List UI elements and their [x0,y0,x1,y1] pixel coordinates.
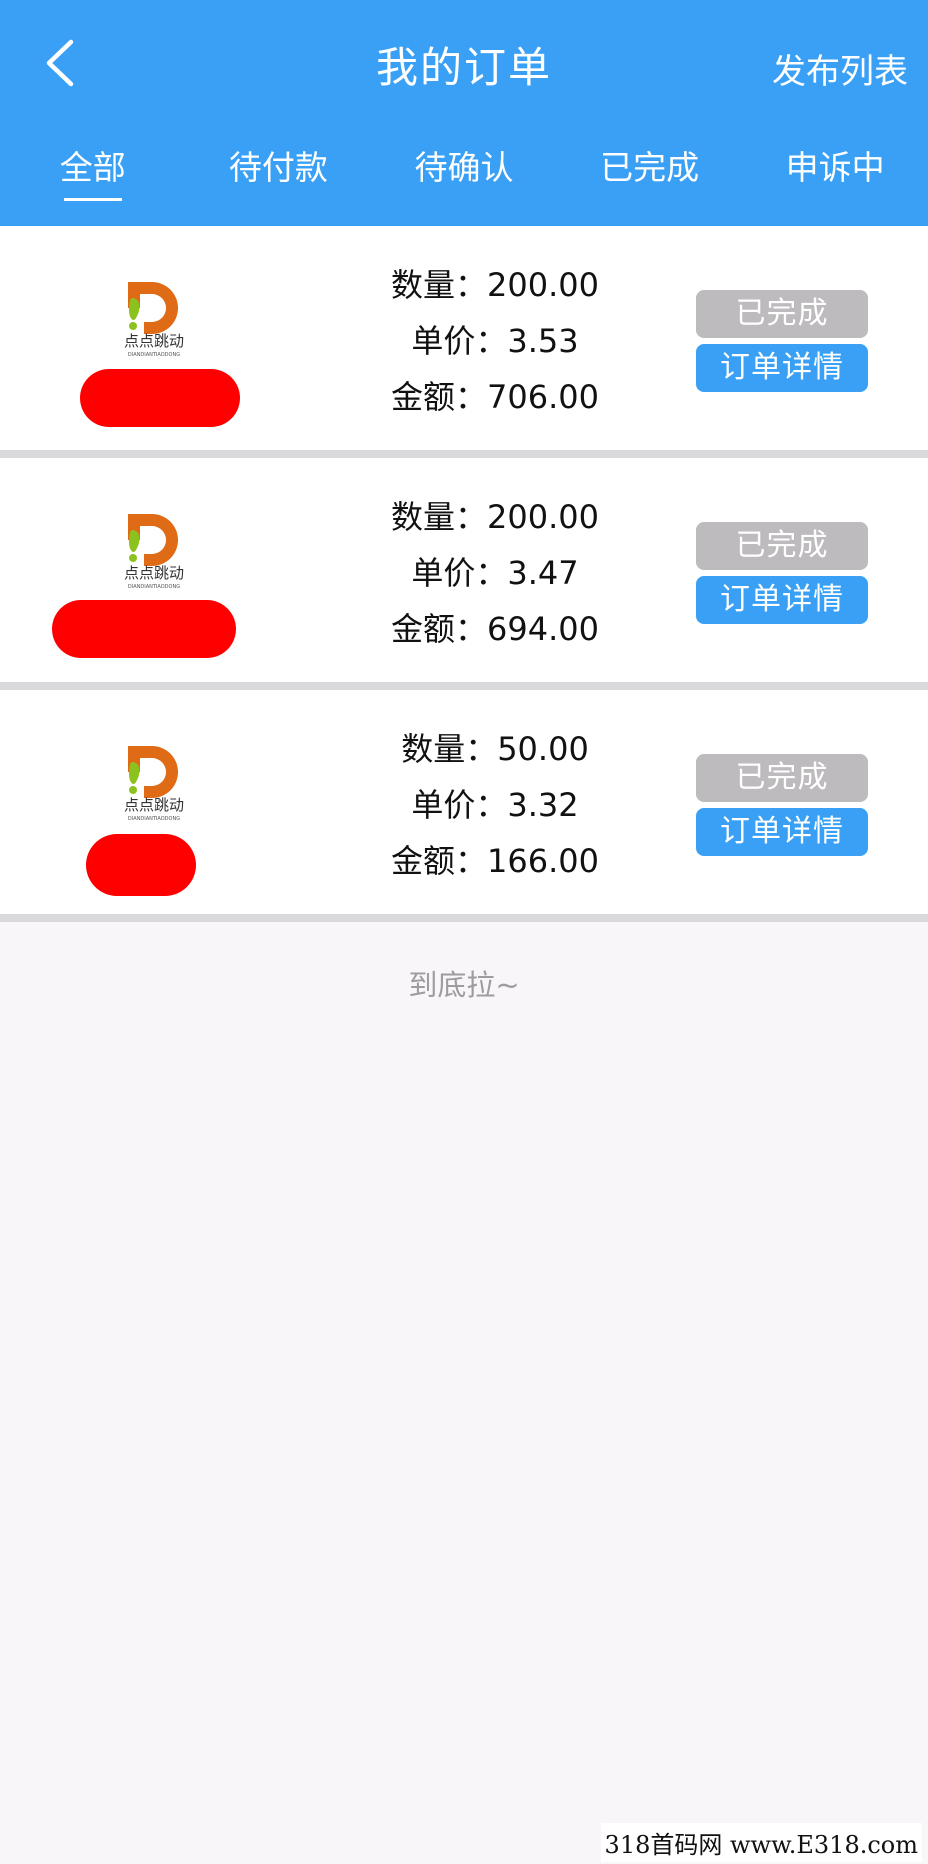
order-unit-price: 单价：3.32 [411,786,579,824]
order-list: 点点跳动 DIANDIANTIAODONG 数量：200.00 单价：3.53 … [0,226,928,922]
tab-label: 待确认 [414,148,514,187]
order-amount: 金额：166.00 [391,842,599,880]
tab-label: 待付款 [228,148,328,187]
order-quantity: 数量：50.00 [401,730,589,768]
svg-text:DIANDIANTIAODONG: DIANDIANTIAODONG [128,584,180,590]
order-quantity: 数量：200.00 [391,266,599,304]
redacted-name [80,369,240,427]
tab-appeal[interactable]: 申诉中 [742,126,928,226]
diandian-logo: 点点跳动 DIANDIANTIAODONG [124,514,184,590]
watermark: 318首码网 www.E318.com [600,1823,922,1862]
publish-list-button[interactable]: 发布列表 [772,44,908,93]
svg-text:点点跳动: 点点跳动 [124,332,184,350]
tab-pending-confirm[interactable]: 待确认 [371,126,557,226]
order-card: 点点跳动 DIANDIANTIAODONG 数量：200.00 单价：3.47 … [0,458,928,690]
order-amount: 金额：706.00 [391,378,599,416]
order-card: 点点跳动 DIANDIANTIAODONG 数量：200.00 单价：3.53 … [0,226,928,458]
order-tabs: 全部 待付款 待确认 已完成 申诉中 [0,126,928,226]
svg-text:DIANDIANTIAODONG: DIANDIANTIAODONG [128,816,180,822]
tab-pending-payment[interactable]: 待付款 [186,126,372,226]
tab-label: 已完成 [600,148,700,187]
tab-completed[interactable]: 已完成 [557,126,743,226]
redacted-name [86,834,196,896]
app-header: 我的订单 发布列表 全部 待付款 待确认 已完成 申诉中 [0,0,928,226]
svg-text:点点跳动: 点点跳动 [124,796,184,814]
end-of-list-text: 到底拉~ [408,968,520,1002]
svg-text:点点跳动: 点点跳动 [124,564,184,582]
svg-text:DIANDIANTIAODONG: DIANDIANTIAODONG [128,352,180,358]
order-detail-button[interactable]: 订单详情 [696,576,868,624]
active-tab-indicator [63,198,122,201]
top-bar: 我的订单 发布列表 [0,0,928,126]
order-quantity: 数量：200.00 [391,498,599,536]
redacted-name [52,600,236,658]
order-amount: 金额：694.00 [391,610,599,648]
order-unit-price: 单价：3.47 [411,554,579,592]
tab-label: 申诉中 [785,148,885,187]
order-unit-price: 单价：3.53 [411,322,579,360]
tab-all[interactable]: 全部 [0,126,186,226]
order-card: 点点跳动 DIANDIANTIAODONG 数量：50.00 单价：3.32 金… [0,690,928,922]
tab-label: 全部 [59,148,126,187]
order-detail-button[interactable]: 订单详情 [696,344,868,392]
status-badge: 已完成 [696,522,868,570]
status-badge: 已完成 [696,754,868,802]
diandian-logo: 点点跳动 DIANDIANTIAODONG [124,282,184,358]
status-badge: 已完成 [696,290,868,338]
order-detail-button[interactable]: 订单详情 [696,808,868,856]
diandian-logo: 点点跳动 DIANDIANTIAODONG [124,746,184,822]
